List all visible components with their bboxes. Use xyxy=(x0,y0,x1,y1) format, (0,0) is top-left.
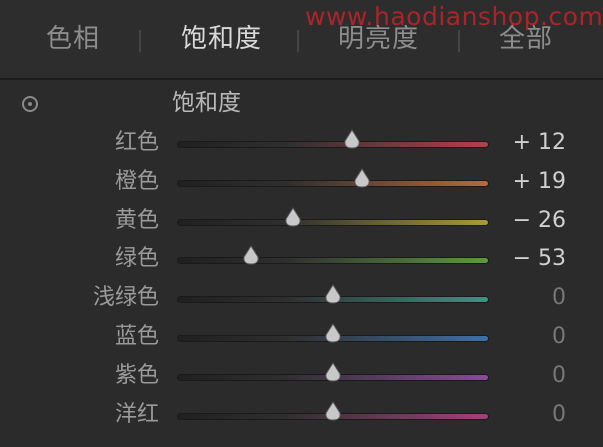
slider-value[interactable]: − 26 xyxy=(513,206,566,236)
tab-divider xyxy=(297,30,299,52)
slider-row: 黄色 − 26 xyxy=(0,204,603,242)
slider-thumb[interactable] xyxy=(323,400,343,421)
tab-divider xyxy=(458,30,460,52)
slider-row: 浅绿色 0 xyxy=(0,281,603,319)
slider-label: 黄色 xyxy=(114,207,159,233)
slider-value[interactable]: − 53 xyxy=(513,244,566,274)
watermark-text: www.haodianshop.com xyxy=(305,2,603,31)
hsl-saturation-panel: 色相 饱和度 明亮度 全部 www.haodianshop.com 饱和度 红色… xyxy=(0,0,603,447)
slider-label: 绿色 xyxy=(114,246,159,272)
slider-label: 洋红 xyxy=(114,401,159,427)
slider-track[interactable] xyxy=(178,400,488,421)
slider-thumb[interactable] xyxy=(323,323,343,343)
slider-thumb[interactable] xyxy=(323,284,343,304)
slider-label: 橙色 xyxy=(114,168,159,194)
slider-row: 紫色 0 xyxy=(0,359,603,397)
slider-row: 绿色 − 53 xyxy=(0,242,603,280)
target-adjustment-icon[interactable] xyxy=(22,96,38,112)
slider-thumb[interactable] xyxy=(241,245,261,265)
slider-thumb[interactable] xyxy=(323,361,343,382)
slider-track[interactable] xyxy=(178,206,488,227)
hsl-tab-bar: 色相 饱和度 明亮度 全部 www.haodianshop.com xyxy=(0,0,603,80)
tab-hue[interactable]: 色相 xyxy=(46,22,100,56)
slider-thumb[interactable] xyxy=(352,167,372,188)
tab-divider xyxy=(139,30,141,52)
tab-saturation[interactable]: 饱和度 xyxy=(181,22,262,56)
slider-track[interactable] xyxy=(178,284,488,304)
slider-row: 橙色 + 19 xyxy=(0,165,603,203)
slider-label: 紫色 xyxy=(114,362,159,388)
slider-label: 浅绿色 xyxy=(92,285,159,311)
slider-track[interactable] xyxy=(178,361,488,382)
slider-track[interactable] xyxy=(178,167,488,188)
slider-label: 红色 xyxy=(114,130,159,155)
slider-thumb[interactable] xyxy=(283,206,303,227)
slider-value[interactable]: 0 xyxy=(552,361,566,391)
slider-value[interactable]: 0 xyxy=(552,283,566,313)
slider-track[interactable] xyxy=(178,323,488,343)
slider-track[interactable] xyxy=(178,245,488,265)
slider-row: 红色 + 12 xyxy=(0,126,603,164)
slider-thumb[interactable] xyxy=(342,129,362,149)
slider-value[interactable]: 0 xyxy=(552,322,566,352)
slider-row: 蓝色 0 xyxy=(0,320,603,358)
slider-row: 洋红 0 xyxy=(0,398,603,436)
slider-value[interactable]: + 12 xyxy=(513,128,566,158)
slider-label: 蓝色 xyxy=(114,324,159,349)
slider-value[interactable]: 0 xyxy=(552,400,566,430)
section-title: 饱和度 xyxy=(172,90,241,116)
slider-track[interactable] xyxy=(178,129,488,149)
slider-value[interactable]: + 19 xyxy=(513,167,566,197)
